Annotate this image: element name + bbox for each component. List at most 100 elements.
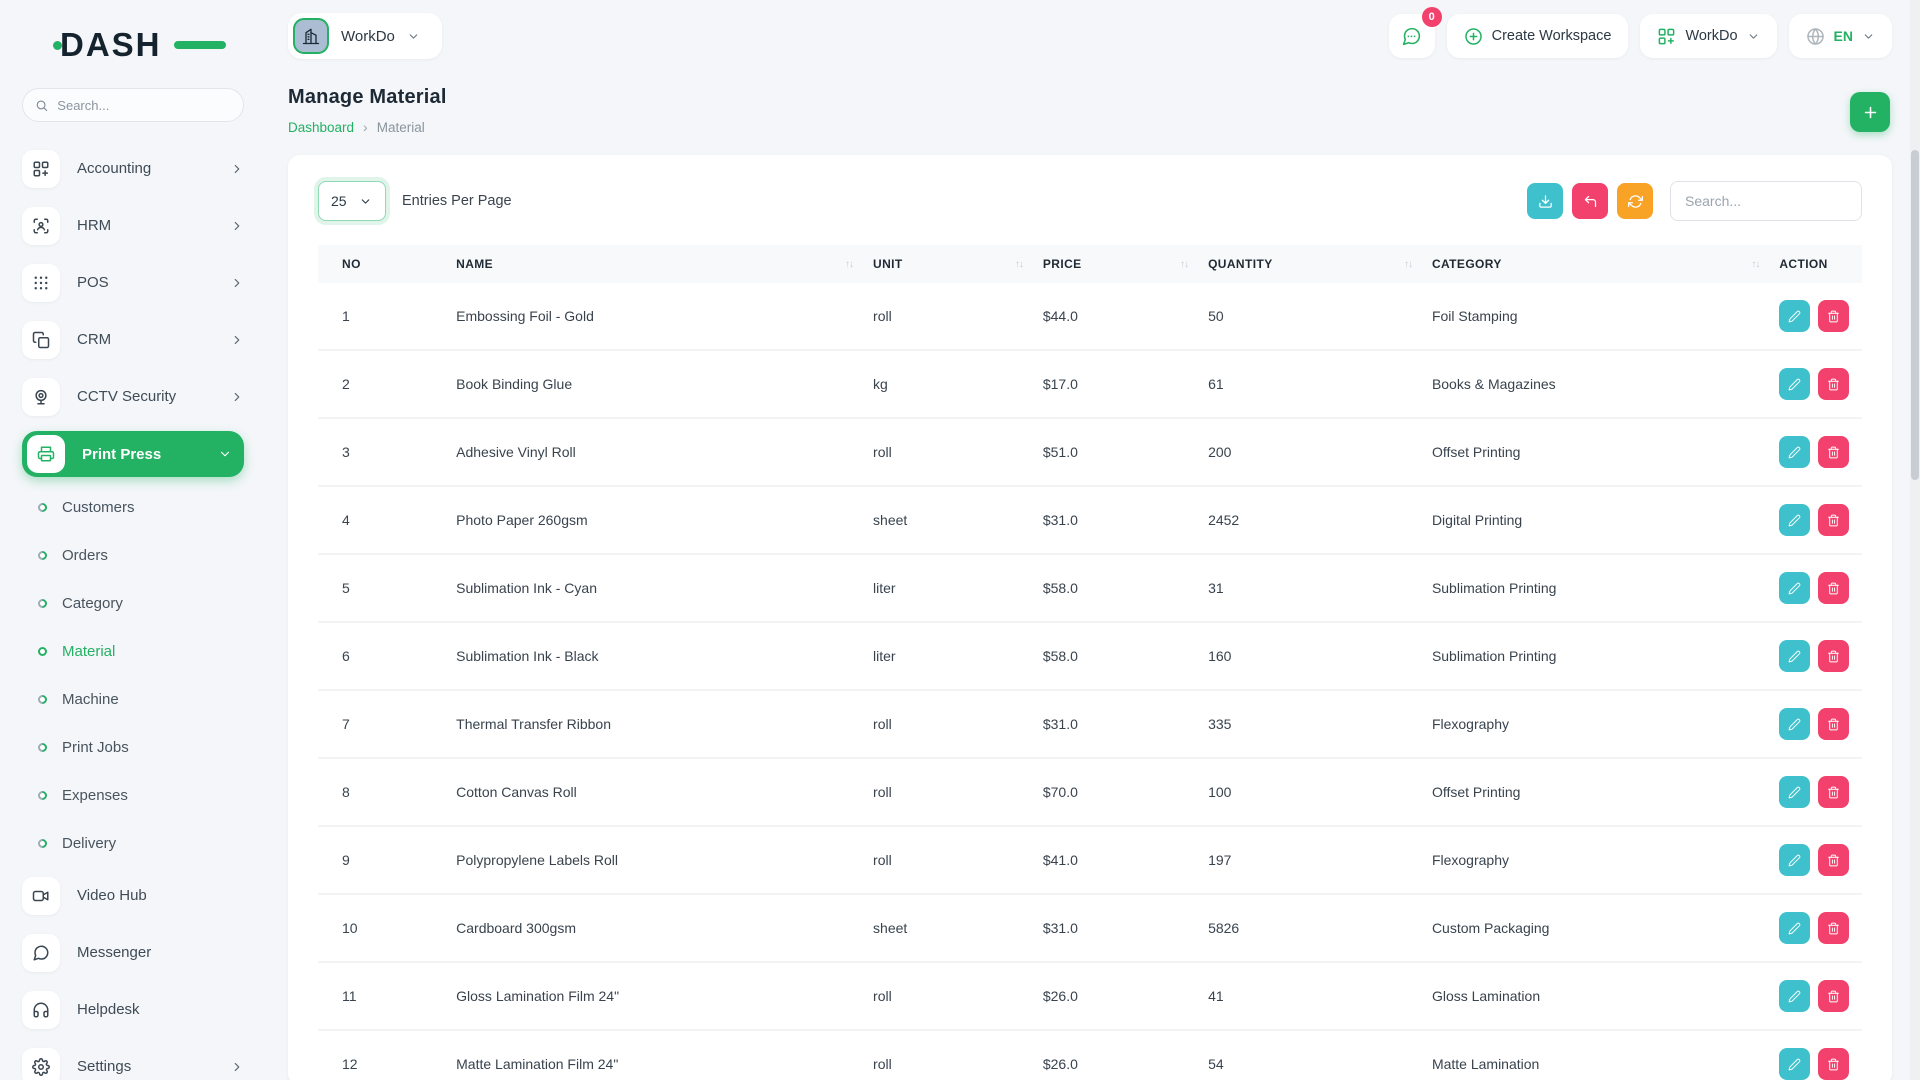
delete-button[interactable]	[1818, 504, 1849, 536]
column-header-no: NO	[318, 245, 446, 283]
cell-price: $51.0	[1033, 418, 1198, 486]
logo-accent-bar	[174, 41, 226, 49]
edit-button[interactable]	[1779, 912, 1810, 944]
column-header-name[interactable]: NAME↑↓	[446, 245, 863, 283]
scrollbar-thumb[interactable]	[1911, 150, 1919, 480]
topbar: WorkDo 0 Create Workspace WorkDo EN	[288, 10, 1892, 62]
sidebar-item-category[interactable]: Category	[22, 579, 244, 627]
language-code: EN	[1834, 28, 1853, 44]
refresh-icon	[1628, 194, 1643, 209]
cell-quantity: 335	[1198, 690, 1422, 758]
edit-button[interactable]	[1779, 640, 1810, 672]
edit-button[interactable]	[1779, 980, 1810, 1012]
sort-arrows-icon[interactable]: ↑↓	[1404, 259, 1412, 270]
pencil-icon	[1788, 582, 1801, 595]
delete-button[interactable]	[1818, 776, 1849, 808]
sidebar-item-hrm[interactable]: HRM	[22, 197, 244, 254]
sort-arrows-icon[interactable]: ↑↓	[1180, 259, 1188, 270]
trash-icon	[1827, 786, 1840, 799]
sidebar-item-video-hub[interactable]: Video Hub	[22, 867, 244, 924]
cell-category: Flexography	[1422, 690, 1769, 758]
table-search-input[interactable]	[1670, 181, 1862, 221]
column-header-price[interactable]: PRICE↑↓	[1033, 245, 1198, 283]
undo-button[interactable]	[1572, 183, 1608, 219]
app-logo[interactable]: DASH	[60, 26, 200, 62]
delete-button[interactable]	[1818, 300, 1849, 332]
sidebar-search[interactable]	[22, 88, 244, 122]
column-label: ACTION	[1779, 257, 1827, 271]
sort-arrows-icon[interactable]: ↑↓	[1751, 259, 1759, 270]
sidebar-item-settings[interactable]: Settings	[22, 1038, 244, 1080]
sidebar-item-accounting[interactable]: Accounting	[22, 140, 244, 197]
edit-button[interactable]	[1779, 708, 1810, 740]
sidebar-search-input[interactable]	[57, 98, 231, 113]
sidebar-item-crm[interactable]: CRM	[22, 311, 244, 368]
sidebar-item-expenses[interactable]: Expenses	[22, 771, 244, 819]
language-selector[interactable]: EN	[1789, 14, 1892, 58]
cell-name: Gloss Lamination Film 24"	[446, 962, 863, 1030]
sidebar-item-delivery[interactable]: Delivery	[22, 819, 244, 867]
delete-button[interactable]	[1818, 1048, 1849, 1080]
breadcrumb-dashboard-link[interactable]: Dashboard	[288, 120, 354, 135]
create-workspace-button[interactable]: Create Workspace	[1447, 14, 1629, 58]
column-header-category[interactable]: CATEGORY↑↓	[1422, 245, 1769, 283]
sidebar-item-pos[interactable]: POS	[22, 254, 244, 311]
sidebar-item-print-jobs[interactable]: Print Jobs	[22, 723, 244, 771]
dots-grid-icon-box	[22, 264, 60, 302]
edit-button[interactable]	[1779, 504, 1810, 536]
sidebar-item-print-press[interactable]: Print Press	[22, 431, 244, 477]
bullet-circle-icon	[36, 693, 49, 706]
sidebar-item-messenger[interactable]: Messenger	[22, 924, 244, 981]
edit-button[interactable]	[1779, 300, 1810, 332]
cell-category: Matte Lamination	[1422, 1030, 1769, 1080]
sidebar-item-material[interactable]: Material	[22, 627, 244, 675]
undo-arrow-icon	[1583, 194, 1598, 209]
delete-button[interactable]	[1818, 980, 1849, 1012]
column-header-quantity[interactable]: QUANTITY↑↓	[1198, 245, 1422, 283]
delete-button[interactable]	[1818, 912, 1849, 944]
edit-button[interactable]	[1779, 572, 1810, 604]
cell-name: Photo Paper 260gsm	[446, 486, 863, 554]
delete-button[interactable]	[1818, 844, 1849, 876]
column-header-unit[interactable]: UNIT↑↓	[863, 245, 1033, 283]
entries-per-page-select[interactable]: 25	[318, 181, 386, 221]
sidebar-item-customers[interactable]: Customers	[22, 483, 244, 531]
sidebar-item-orders[interactable]: Orders	[22, 531, 244, 579]
delete-button[interactable]	[1818, 708, 1849, 740]
building-icon	[301, 26, 321, 46]
page-scrollbar[interactable]	[1910, 0, 1920, 1080]
delete-button[interactable]	[1818, 368, 1849, 400]
breadcrumb: Dashboard › Material	[288, 119, 1892, 135]
table-row: 9Polypropylene Labels Rollroll$41.0197Fl…	[318, 826, 1862, 894]
sidebar-item-machine[interactable]: Machine	[22, 675, 244, 723]
sidebar-item-helpdesk[interactable]: Helpdesk	[22, 981, 244, 1038]
grid-plus-icon	[1657, 27, 1676, 46]
chevron-right-icon	[230, 219, 244, 233]
cell-price: $31.0	[1033, 894, 1198, 962]
chevron-down-icon	[1862, 30, 1875, 43]
column-label: NO	[342, 257, 361, 271]
sidebar-item-cctv-security[interactable]: CCTV Security	[22, 368, 244, 425]
messenger-button[interactable]: 0	[1389, 14, 1435, 58]
pencil-icon	[1788, 650, 1801, 663]
edit-button[interactable]	[1779, 776, 1810, 808]
delete-button[interactable]	[1818, 436, 1849, 468]
sort-arrows-icon[interactable]: ↑↓	[1015, 259, 1023, 270]
sidebar-item-label: CRM	[77, 331, 111, 348]
cell-unit: roll	[863, 826, 1033, 894]
delete-button[interactable]	[1818, 572, 1849, 604]
cell-quantity: 61	[1198, 350, 1422, 418]
workspace-selector[interactable]: WorkDo	[288, 13, 442, 59]
add-material-button[interactable]	[1850, 92, 1890, 132]
sort-arrows-icon[interactable]: ↑↓	[845, 259, 853, 270]
create-workspace-label: Create Workspace	[1492, 28, 1612, 44]
cell-name: Embossing Foil - Gold	[446, 283, 863, 350]
export-button[interactable]	[1527, 183, 1563, 219]
delete-button[interactable]	[1818, 640, 1849, 672]
app-dropdown[interactable]: WorkDo	[1640, 14, 1776, 58]
edit-button[interactable]	[1779, 844, 1810, 876]
edit-button[interactable]	[1779, 368, 1810, 400]
refresh-button[interactable]	[1617, 183, 1653, 219]
edit-button[interactable]	[1779, 1048, 1810, 1080]
edit-button[interactable]	[1779, 436, 1810, 468]
